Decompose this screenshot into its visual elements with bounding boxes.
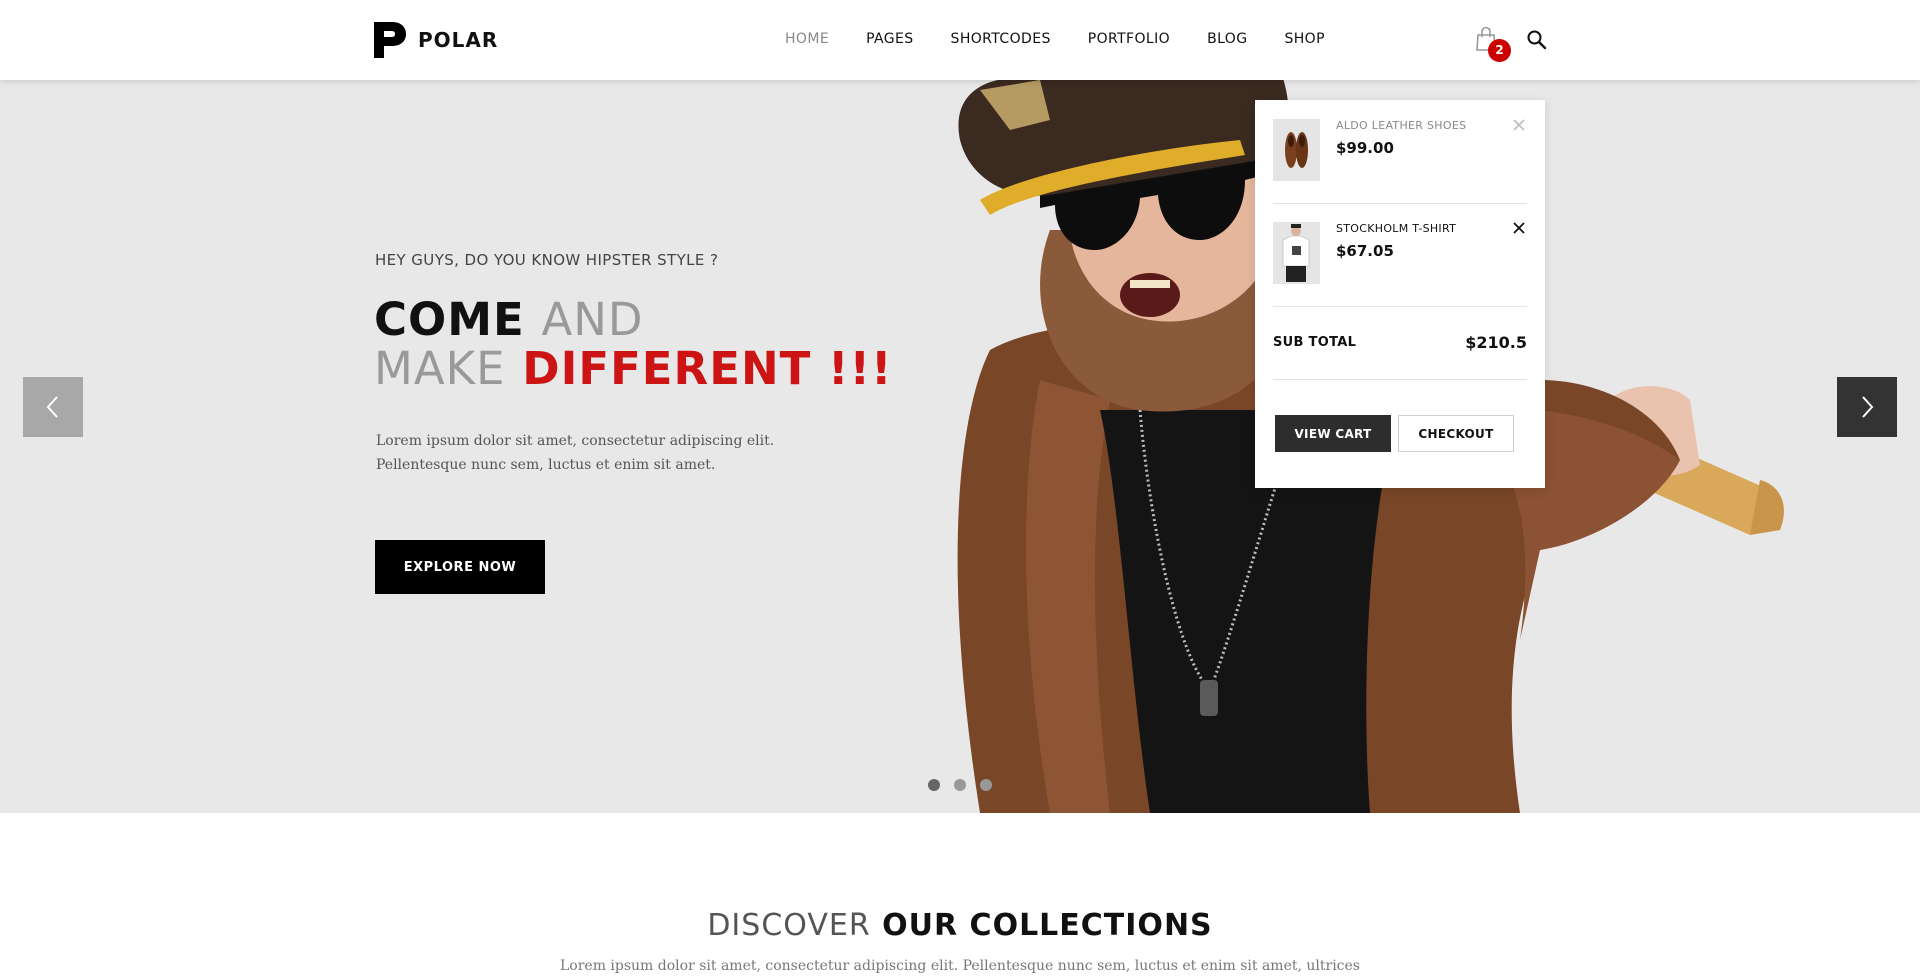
subtotal-value: $210.5 bbox=[1465, 333, 1527, 352]
nav-blog[interactable]: BLOG bbox=[1207, 31, 1247, 47]
chevron-left-icon bbox=[46, 396, 58, 418]
cart-item-price: $67.05 bbox=[1336, 242, 1394, 260]
slider-dot-3[interactable] bbox=[980, 779, 992, 791]
explore-now-button[interactable]: EXPLORE NOW bbox=[375, 540, 545, 594]
shoes-thumbnail-icon bbox=[1285, 132, 1308, 168]
cart-item-price: $99.00 bbox=[1336, 139, 1394, 157]
cart-item-name[interactable]: ALDO LEATHER SHOES bbox=[1336, 119, 1466, 132]
collections-heading: DISCOVER OUR COLLECTIONS bbox=[0, 908, 1920, 943]
hero-description-line-2: Pellentesque nunc sem, luctus et enim si… bbox=[376, 457, 716, 473]
nav-shortcodes[interactable]: SHORTCODES bbox=[951, 31, 1051, 47]
cart-item-thumbnail[interactable] bbox=[1273, 119, 1320, 181]
cart-count-badge: 2 bbox=[1488, 39, 1511, 62]
view-cart-button[interactable]: VIEW CART bbox=[1275, 415, 1391, 452]
tshirt-thumbnail-icon bbox=[1282, 224, 1310, 282]
nav-portfolio[interactable]: PORTFOLIO bbox=[1088, 31, 1170, 47]
mini-cart-dropdown: ALDO LEATHER SHOES $99.00 STOCKHOLM T-SH… bbox=[1255, 100, 1545, 488]
hero-slider: HEY GUYS, DO YOU KNOW HIPSTER STYLE ? CO… bbox=[0, 80, 1920, 813]
search-icon[interactable] bbox=[1526, 29, 1548, 51]
hero-title-and: AND bbox=[541, 293, 644, 346]
slider-dot-1[interactable] bbox=[928, 779, 940, 791]
remove-item-icon[interactable] bbox=[1511, 220, 1527, 236]
nav-pages[interactable]: PAGES bbox=[866, 31, 913, 47]
collections-heading-bold: OUR COLLECTIONS bbox=[882, 908, 1213, 943]
hero-description-line-1: Lorem ipsum dolor sit amet, consectetur … bbox=[376, 433, 775, 449]
site-header: POLAR HOME PAGES SHORTCODES PORTFOLIO BL… bbox=[0, 0, 1920, 80]
checkout-button[interactable]: CHECKOUT bbox=[1398, 415, 1514, 452]
cart-divider bbox=[1273, 203, 1527, 204]
nav-shop[interactable]: SHOP bbox=[1284, 31, 1324, 47]
slider-prev-button[interactable] bbox=[23, 377, 83, 437]
collections-description: Lorem ipsum dolor sit amet, consectetur … bbox=[559, 958, 1360, 974]
collections-heading-light: DISCOVER bbox=[707, 908, 871, 943]
logo-mark-icon bbox=[374, 22, 406, 58]
cart-divider bbox=[1273, 306, 1527, 307]
slider-dot-2[interactable] bbox=[954, 779, 966, 791]
subtotal-label: SUB TOTAL bbox=[1273, 335, 1357, 350]
cart-item: ALDO LEATHER SHOES $99.00 bbox=[1273, 119, 1527, 183]
main-nav: HOME PAGES SHORTCODES PORTFOLIO BLOG SHO… bbox=[785, 31, 1362, 47]
nav-home[interactable]: HOME bbox=[785, 31, 829, 47]
cart-divider bbox=[1273, 379, 1527, 380]
logo[interactable]: POLAR bbox=[374, 22, 498, 58]
chevron-right-icon bbox=[1862, 396, 1874, 418]
slider-next-button[interactable] bbox=[1837, 377, 1897, 437]
hero-title-make: MAKE bbox=[374, 342, 506, 395]
brand-name: POLAR bbox=[418, 28, 499, 52]
hero-title: COME AND MAKE DIFFERENT !!! bbox=[374, 295, 893, 393]
slider-pagination bbox=[928, 779, 1006, 791]
cart-item-name[interactable]: STOCKHOLM T-SHIRT bbox=[1336, 222, 1456, 235]
hero-title-come: COME bbox=[374, 293, 525, 346]
hero-subtitle: HEY GUYS, DO YOU KNOW HIPSTER STYLE ? bbox=[375, 251, 719, 269]
remove-item-icon[interactable] bbox=[1511, 117, 1527, 133]
hero-title-different: DIFFERENT !!! bbox=[522, 342, 893, 395]
cart-item: STOCKHOLM T-SHIRT $67.05 bbox=[1273, 222, 1527, 286]
cart-item-thumbnail[interactable] bbox=[1273, 222, 1320, 284]
hero-description: Lorem ipsum dolor sit amet, consectetur … bbox=[376, 429, 816, 477]
